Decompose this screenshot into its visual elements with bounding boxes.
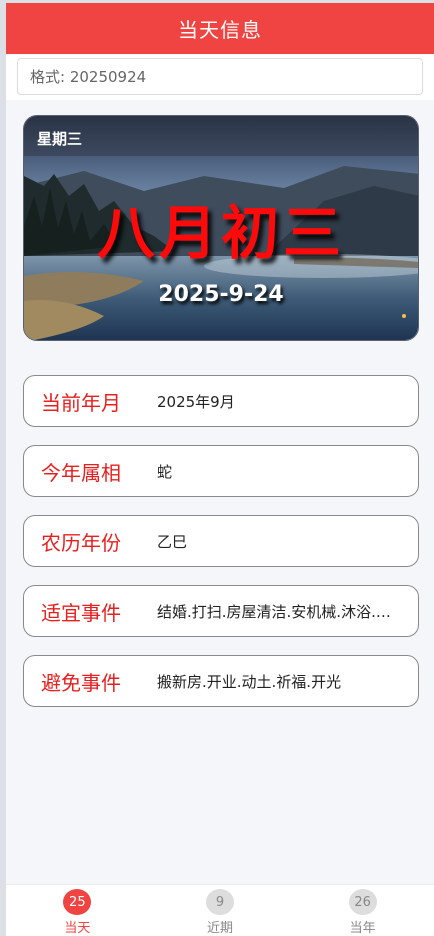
date-search-input[interactable] <box>17 58 423 95</box>
tab-today[interactable]: 25 当天 <box>6 885 149 936</box>
info-label: 适宜事件 <box>41 600 121 625</box>
info-label: 当前年月 <box>41 390 121 415</box>
info-value: 2025年9月 <box>157 392 235 411</box>
tab-badge: 25 <box>63 889 92 915</box>
info-row-lunar-year: 农历年份 乙巳 <box>23 515 419 567</box>
app-screen: 当天信息 格式: 20250924 星期三 八月初三 2025-9-24 当前年… <box>6 3 434 936</box>
info-row-suitable: 适宜事件 结婚.打扫.房屋清洁.安机械.沐浴.会亲友 <box>23 585 419 637</box>
tab-recent[interactable]: 9 近期 <box>149 885 292 936</box>
search-bar <box>6 54 434 100</box>
page-title: 当天信息 <box>178 18 262 42</box>
tab-badge: 9 <box>206 889 234 915</box>
weekday-label: 星期三 <box>37 130 83 148</box>
info-row-avoid: 避免事件 搬新房.开业.动土.祈福.开光 <box>23 655 419 707</box>
info-row-current-month: 当前年月 2025年9月 <box>23 375 419 427</box>
bottom-tabbar: 25 当天 9 近期 26 当年 <box>6 884 434 936</box>
info-label: 农历年份 <box>41 530 121 555</box>
solar-date: 2025-9-24 <box>158 282 284 307</box>
tab-badge: 26 <box>348 889 377 915</box>
tab-label: 当年 <box>349 921 376 936</box>
tab-label: 近期 <box>207 921 234 936</box>
info-label: 今年属相 <box>41 460 121 485</box>
info-label: 避免事件 <box>41 670 121 695</box>
tab-year[interactable]: 26 当年 <box>291 885 434 936</box>
info-value: 结婚.打扫.房屋清洁.安机械.沐浴.会亲友 <box>157 602 418 621</box>
info-list: 当前年月 2025年9月 今年属相 蛇 农历年份 乙巳 适宜事件 结婚.打扫.房… <box>23 375 419 725</box>
info-row-zodiac: 今年属相 蛇 <box>23 445 419 497</box>
info-value: 乙巳 <box>157 532 188 551</box>
tab-label: 当天 <box>64 921 91 936</box>
info-value: 搬新房.开业.动土.祈福.开光 <box>157 672 342 691</box>
info-value: 蛇 <box>157 462 173 481</box>
date-hero-card: 星期三 八月初三 2025-9-24 <box>23 115 419 341</box>
lunar-date: 八月初三 <box>96 199 345 267</box>
app-header: 当天信息 <box>6 3 434 54</box>
